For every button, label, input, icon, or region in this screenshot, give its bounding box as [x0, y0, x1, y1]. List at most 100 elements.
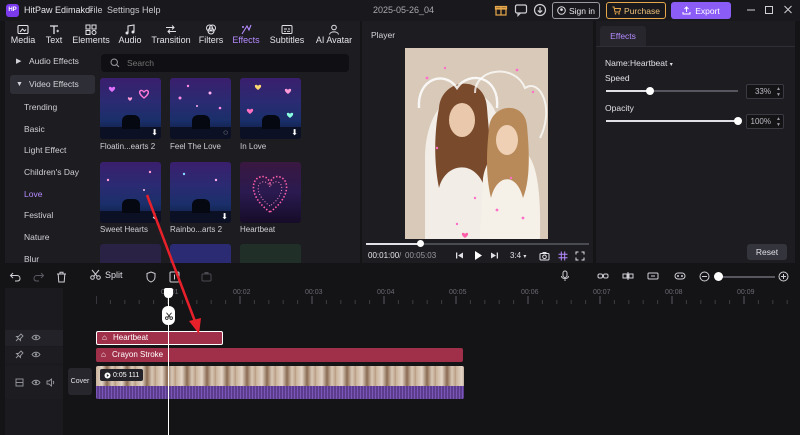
crop-icon[interactable] [201, 271, 212, 283]
download-icon[interactable] [533, 3, 547, 17]
film-icon[interactable] [15, 378, 24, 387]
effect-clip-heartbeat[interactable]: ⌂ Heartbeat [96, 331, 223, 345]
aspect-ratio-select[interactable]: 3:4 ▾ [510, 251, 526, 260]
effect-name-dropdown[interactable]: Name:Heartbeat ▾ [605, 58, 673, 68]
cover-button[interactable]: Cover [68, 368, 92, 395]
redo-icon[interactable] [33, 271, 45, 282]
close-icon[interactable] [782, 3, 794, 17]
split-track-icon[interactable] [622, 271, 634, 281]
video-preview[interactable] [405, 48, 548, 239]
pin-icon[interactable] [15, 350, 24, 359]
sidebar-item-festival[interactable]: Festival [24, 210, 53, 220]
sidebar-item-nature[interactable]: Nature [24, 232, 50, 242]
effect-thumb-heartbeat[interactable] [240, 162, 301, 223]
message-icon[interactable] [514, 3, 528, 17]
tab-filters[interactable]: Filters [198, 23, 224, 47]
search-input[interactable] [127, 56, 327, 70]
effect-thumb-partial[interactable] [100, 244, 161, 263]
delete-icon[interactable] [56, 271, 67, 283]
tab-text[interactable]: Text [43, 23, 65, 47]
sidebar-item-childrens-day[interactable]: Children's Day [24, 167, 79, 177]
menu-settings[interactable]: Settings [107, 5, 140, 15]
track-row-header [5, 366, 63, 399]
thumb-silhouette [192, 115, 210, 129]
reset-button[interactable]: Reset [747, 244, 787, 260]
tab-media[interactable]: Media [9, 23, 37, 47]
opacity-slider-knob[interactable] [734, 117, 742, 125]
opacity-value-field[interactable]: 100% ▲ ▼ [746, 114, 784, 129]
split-scissors-marker[interactable] [162, 306, 175, 325]
effect-thumb-floating-hearts-2[interactable]: ⬇ [100, 78, 161, 139]
tab-effects[interactable]: Effects [231, 23, 261, 47]
export-button[interactable]: Export [671, 2, 731, 19]
shield-icon[interactable] [146, 271, 156, 283]
zoom-out-icon[interactable] [699, 271, 710, 282]
sidebar-item-video-effects[interactable]: ▼ Video Effects [10, 75, 95, 94]
menu-file[interactable]: File [88, 5, 103, 15]
snap-icon[interactable] [674, 271, 686, 281]
stepper-icon[interactable]: ▲ ▼ [776, 116, 781, 128]
export-label: Export [695, 5, 720, 16]
sidebar-item-audio-effects[interactable]: ▶ Audio Effects [10, 52, 95, 71]
eye-icon[interactable] [31, 350, 41, 359]
sidebar-item-blur[interactable]: Blur [24, 254, 39, 264]
effect-thumb-sweet-hearts[interactable]: ⬇ [100, 162, 161, 223]
stepper-icon[interactable]: ▲ ▼ [776, 86, 781, 98]
speed-value-field[interactable]: 33% ▲ ▼ [746, 84, 784, 99]
purchase-button[interactable]: Purchase [606, 2, 666, 19]
playhead-handle[interactable] [164, 288, 173, 298]
play-icon[interactable] [473, 250, 483, 261]
next-frame-icon[interactable] [490, 251, 499, 260]
zoom-in-icon[interactable] [778, 271, 789, 282]
link-icon[interactable] [597, 271, 609, 281]
sidebar-item-light-effect[interactable]: Light Effect [24, 145, 66, 155]
speed-slider-knob[interactable] [646, 87, 654, 95]
microphone-icon[interactable] [560, 270, 570, 282]
eye-icon[interactable] [31, 333, 41, 342]
minimize-icon[interactable] [745, 3, 757, 17]
download-icon[interactable]: ⬇ [221, 212, 228, 221]
track-sync-icon[interactable] [647, 271, 659, 281]
effects-tab[interactable]: Effects [600, 26, 646, 46]
effect-clip-crayon-stroke[interactable]: ⌂ Crayon Stroke [96, 348, 463, 362]
snapshot-icon[interactable] [539, 251, 550, 261]
undo-icon[interactable] [9, 271, 21, 282]
tab-ai-avatar[interactable]: AI Avatar [313, 23, 355, 47]
speaker-icon[interactable] [46, 378, 56, 387]
freeze-frame-icon[interactable] [169, 271, 180, 283]
effect-clip-label: Crayon Stroke [112, 350, 164, 359]
previous-frame-icon[interactable] [455, 251, 464, 260]
sidebar-item-love[interactable]: Love [24, 189, 42, 199]
video-clip[interactable]: 0:05 111 [96, 366, 464, 399]
effect-thumb-rainbow-hearts-2[interactable]: ⬇ [170, 162, 231, 223]
sidebar-item-basic[interactable]: Basic [24, 124, 45, 134]
effect-thumb-feel-the-love[interactable]: ◌ [170, 78, 231, 139]
download-icon[interactable]: ⬇ [291, 128, 298, 137]
tab-subtitles[interactable]: Subtitles [269, 23, 305, 47]
effect-thumb-partial[interactable] [170, 244, 231, 263]
download-icon[interactable]: ⬇ [151, 128, 158, 137]
player-playhead-knob[interactable] [416, 240, 424, 247]
pin-icon[interactable] [15, 333, 24, 342]
fullscreen-icon[interactable] [575, 251, 585, 261]
split-button[interactable]: Split [90, 269, 123, 280]
eye-icon[interactable] [31, 378, 41, 387]
menu-help[interactable]: Help [142, 5, 161, 15]
effect-thumb-in-love[interactable]: ⬇ [240, 78, 301, 139]
tab-audio[interactable]: Audio [117, 23, 143, 47]
tab-transition[interactable]: Transition [150, 23, 192, 47]
zoom-slider-track[interactable] [715, 276, 775, 278]
grid-icon[interactable] [558, 251, 568, 261]
gift-icon[interactable] [494, 3, 508, 17]
transition-icon [165, 23, 177, 35]
download-icon[interactable]: ⬇ [151, 212, 158, 221]
sign-in-button[interactable]: Sign in [552, 2, 600, 19]
zoom-slider-knob[interactable] [714, 272, 723, 281]
cover-label: Cover [70, 378, 90, 385]
tab-elements[interactable]: Elements [71, 23, 111, 47]
effect-thumb-partial[interactable] [240, 244, 301, 263]
effect-clip-icon: ⌂ [102, 333, 107, 342]
sidebar-item-trending[interactable]: Trending [24, 102, 57, 112]
maximize-icon[interactable] [763, 3, 775, 17]
search-box[interactable] [101, 54, 349, 72]
